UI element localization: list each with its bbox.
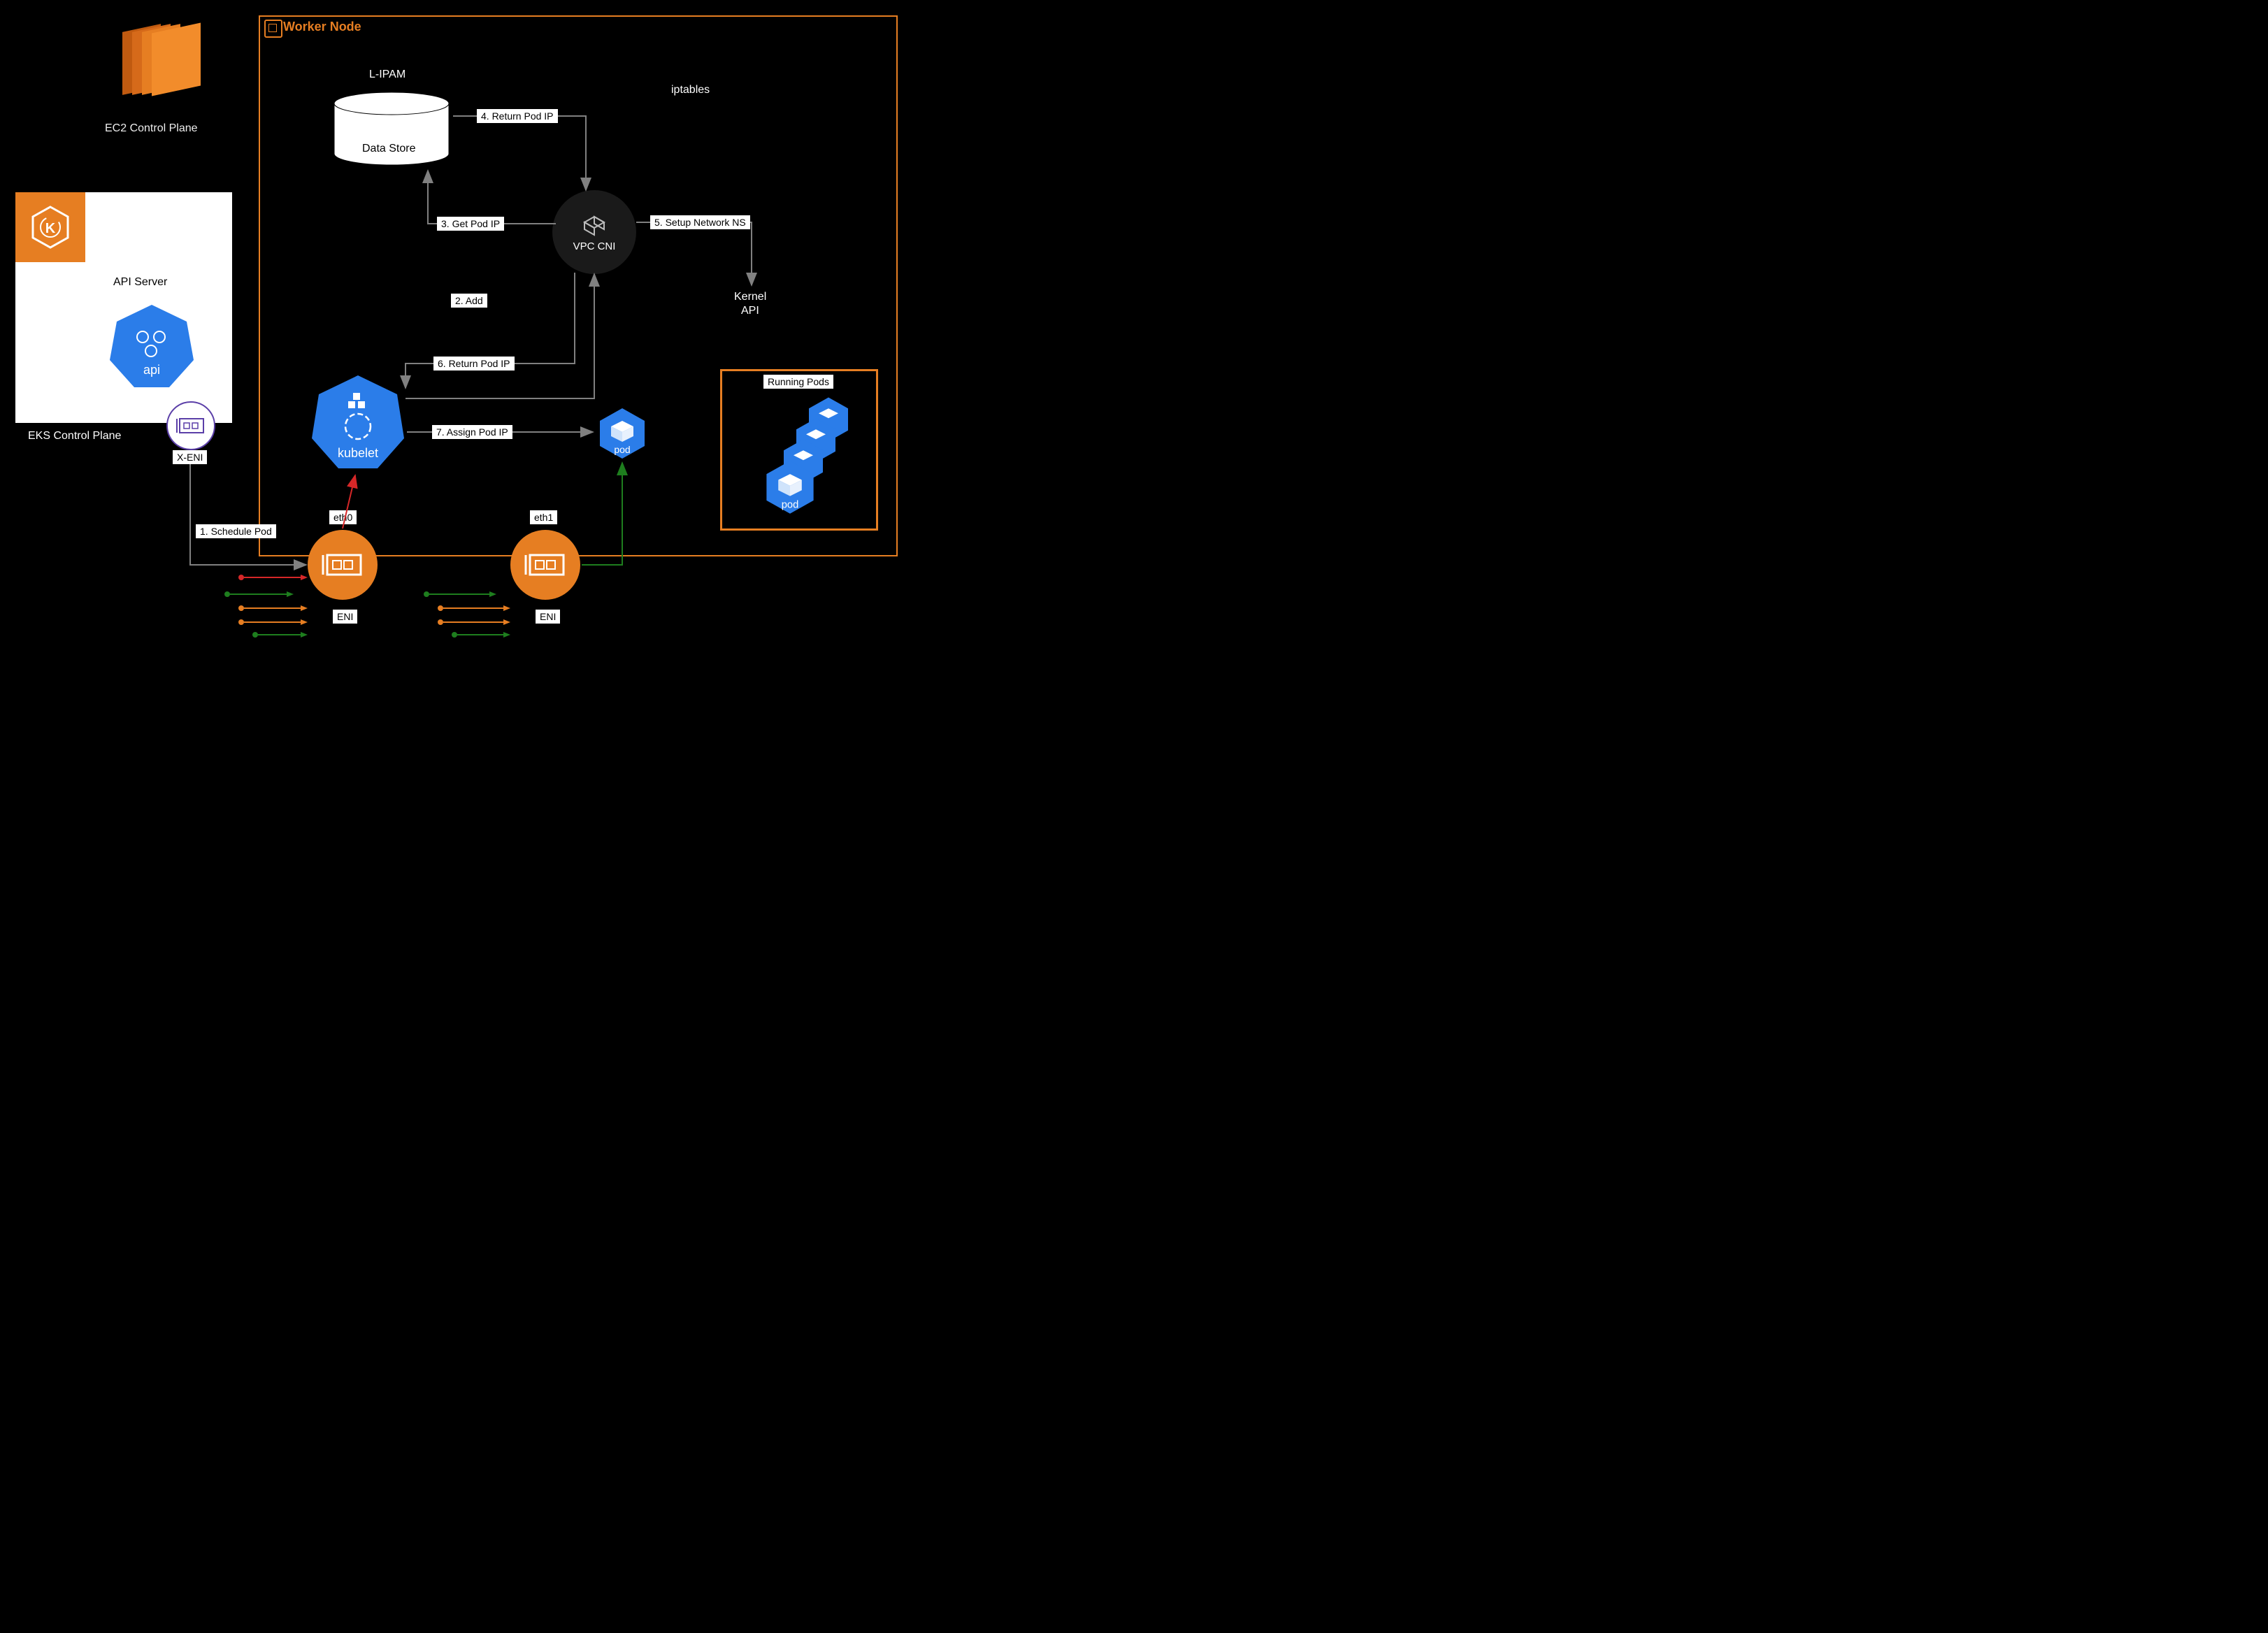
kernel-api-label-2: API [741, 305, 759, 317]
step-3-label: 3. Get Pod IP [437, 217, 504, 231]
step-2-label: 2. Add [451, 294, 487, 308]
kubelet-text: kubelet [338, 446, 378, 460]
eth1-label: eth1 [530, 510, 557, 524]
vpc-cni-label: VPC CNI [573, 240, 616, 252]
pod-icon: pod [594, 405, 650, 461]
pod-text: pod [614, 444, 630, 455]
step-7-label: 7. Assign Pod IP [432, 425, 512, 439]
vpc-cni-box-icon [577, 213, 611, 238]
svg-text:K: K [45, 221, 56, 236]
xeni-icon [166, 401, 215, 450]
step-4-label: 4. Return Pod IP [477, 109, 558, 123]
step-5-label: 5. Setup Network NS [650, 215, 750, 229]
iptables-label: iptables [671, 84, 710, 96]
eni-eth1-icon [510, 530, 580, 600]
data-store-label: Data Store [362, 143, 415, 155]
step-1-label: 1. Schedule Pod [196, 524, 276, 538]
kubelet-icon: kubelet [308, 372, 409, 473]
eni-eth0-icon [308, 530, 378, 600]
eni-label-0: ENI [333, 610, 357, 624]
ec2-label: EC2 Control Plane [105, 122, 198, 135]
eni-label-1: ENI [536, 610, 560, 624]
worker-node-label: Worker Node [283, 20, 361, 34]
kernel-api-label-1: Kernel [734, 291, 766, 303]
chip-icon [264, 20, 282, 38]
running-pods-label: Running Pods [763, 375, 833, 389]
eks-badge-icon: K [15, 192, 85, 262]
lipam-label: L-IPAM [369, 69, 405, 81]
api-text: api [143, 363, 160, 377]
eks-control-plane-panel: K API Server api [15, 192, 232, 423]
eks-label: EKS Control Plane [28, 430, 121, 443]
xeni-label: X-ENI [173, 450, 207, 464]
eth0-label: eth0 [329, 510, 357, 524]
api-heptagon-icon: api [106, 301, 197, 391]
running-pod-4: pod [761, 458, 819, 517]
eks-hex-icon: K [29, 206, 72, 249]
data-store-cylinder-icon [332, 91, 451, 168]
vpc-cni-node: VPC CNI [552, 190, 636, 274]
api-server-label: API Server [113, 276, 167, 289]
step-6-label: 6. Return Pod IP [433, 357, 515, 371]
svg-text:pod: pod [782, 499, 799, 510]
